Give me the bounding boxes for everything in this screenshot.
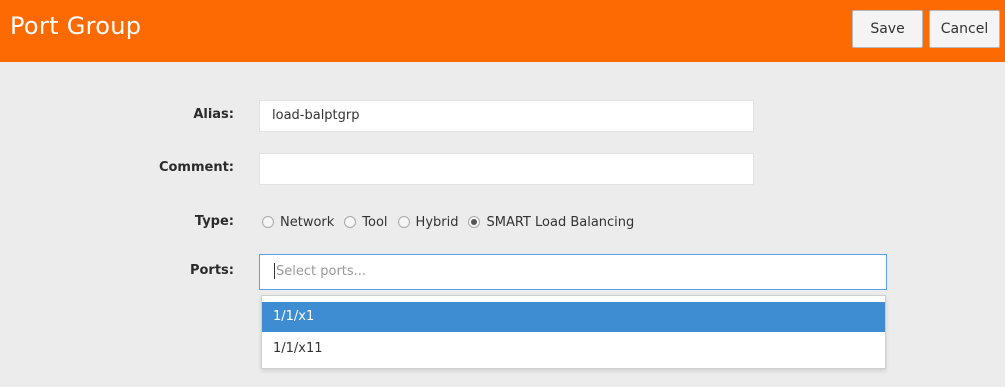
type-option-label: Hybrid [415, 214, 459, 230]
ports-label: Ports: [189, 263, 234, 278]
save-button[interactable]: Save [852, 10, 923, 48]
ports-option[interactable]: 1/1/x1 [262, 302, 885, 332]
radio-network[interactable] [262, 216, 274, 228]
type-label: Type: [194, 214, 234, 229]
radio-smart-load-balancing[interactable] [468, 216, 481, 228]
alias-input[interactable]: load-balptgrp [259, 100, 754, 132]
type-option-label: Network [280, 214, 335, 230]
radio-tool[interactable] [344, 216, 357, 228]
ports-option[interactable]: 1/1/x11 [262, 334, 885, 364]
type-option-label: Tool [362, 214, 388, 230]
type-option-label: SMART Load Balancing [486, 214, 635, 230]
type-option-network[interactable]: Network [262, 215, 334, 230]
ports-placeholder: Select ports... [276, 264, 367, 279]
cancel-button[interactable]: Cancel [929, 10, 1000, 48]
comment-input[interactable] [259, 153, 754, 185]
type-option-hybrid[interactable]: Hybrid [397, 214, 459, 230]
radio-hybrid[interactable] [397, 216, 410, 228]
page-header: Port Group Save Cancel [0, 0, 1005, 62]
type-radio-group: Network Tool Hybrid SMART Load Balancing [262, 212, 644, 232]
type-option-smart-load-balancing[interactable]: SMART Load Balancing [468, 215, 634, 230]
ports-select-input[interactable]: Select ports... [259, 254, 887, 290]
page-title: Port Group [10, 12, 142, 40]
text-caret [274, 262, 275, 279]
type-option-tool[interactable]: Tool [344, 214, 388, 230]
comment-label: Comment: [158, 160, 234, 175]
ports-dropdown: 1/1/x1 1/1/x11 [261, 295, 886, 369]
alias-label: Alias: [193, 107, 234, 122]
